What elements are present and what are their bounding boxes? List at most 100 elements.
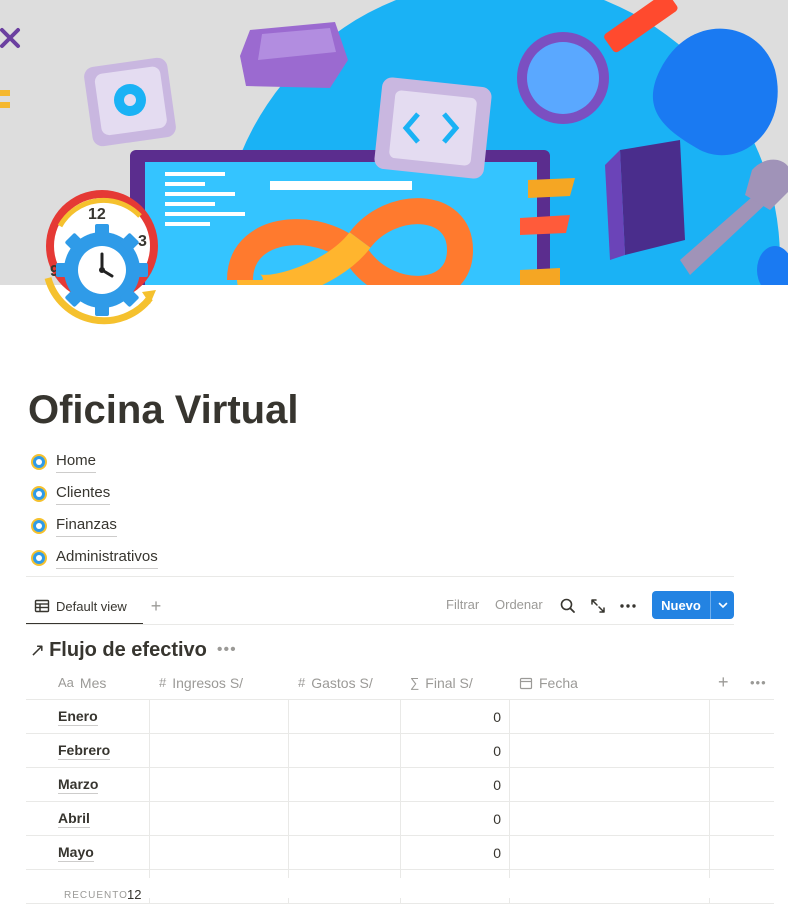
cell-empty[interactable] [289,768,401,801]
row-title[interactable]: Marzo [58,776,99,794]
cell-mes[interactable]: Febrero [26,734,150,767]
count-value: 12 [127,887,142,902]
search-icon[interactable] [558,596,578,616]
cell-value: 0 [493,844,501,861]
cell-empty[interactable] [150,768,289,801]
text-icon: Aa [58,675,74,690]
filter-button[interactable]: Filtrar [446,597,479,612]
cell-empty[interactable] [150,700,289,733]
cell-empty[interactable] [710,734,774,767]
divider [26,576,734,577]
row-title[interactable]: Mayo [58,844,94,862]
new-dropdown-toggle[interactable] [711,591,734,619]
cell-final[interactable]: 0 [401,836,510,869]
table-row[interactable]: Marzo 0 [26,768,774,802]
calendar-icon [519,677,533,689]
cell-empty[interactable] [150,802,289,835]
cell-empty[interactable] [510,768,710,801]
page-link-label[interactable]: Finanzas [56,515,117,537]
cell-value: 0 [493,708,501,725]
database-more-icon[interactable]: ••• [217,641,237,659]
cell-empty[interactable] [289,734,401,767]
cell-empty[interactable] [710,700,774,733]
cell-value: 0 [493,810,501,827]
sigma-icon: ∑ [410,675,420,690]
database-title: ↗ Flujo de efectivo ••• [30,636,237,664]
cell-final[interactable]: 0 [401,700,510,733]
table-header: Aa Mes # Ingresos S/ # Gastos S/ ∑ Final… [26,666,774,700]
count-label: RECUENTO [64,890,128,901]
cell-mes[interactable]: Enero [26,700,150,733]
cell-final[interactable]: 0 [401,734,510,767]
cell-value: 0 [493,776,501,793]
cell-empty[interactable] [150,734,289,767]
cell-empty[interactable] [289,836,401,869]
column-label: Mes [79,674,107,691]
page-link-home[interactable]: Home [30,446,158,478]
cell-empty[interactable] [710,768,774,801]
row-title[interactable]: Enero [58,708,98,726]
cell-empty[interactable] [710,836,774,869]
more-options-icon[interactable] [618,596,638,616]
cell-empty[interactable] [510,700,710,733]
page-link-label[interactable]: Administrativos [56,547,158,569]
column-header-ingresos[interactable]: # Ingresos S/ [159,666,243,699]
svg-text:3: 3 [138,233,147,250]
page-title: Oficina Virtual [28,388,299,432]
table-row[interactable]: Febrero 0 [26,734,774,768]
table-row[interactable]: Abril 0 [26,802,774,836]
cell-empty[interactable] [510,836,710,869]
cell-value: 0 [493,742,501,759]
linked-arrow-icon: ↗ [30,639,46,660]
page-icon-clock-gear[interactable]: 12 3 9 [30,186,174,330]
database-view-bar: Default view + Filtrar Ordenar Nuevo [26,590,734,625]
cell-empty[interactable] [150,836,289,869]
row-title[interactable]: Abril [58,810,90,828]
cell-mes[interactable]: Abril [26,802,150,835]
table-row[interactable]: Enero 0 [26,700,774,734]
hash-icon: # [159,675,167,690]
row-title[interactable]: Febrero [58,742,111,760]
chevron-down-icon [718,602,727,609]
gear-icon [31,454,47,470]
cell-final[interactable]: 0 [401,768,510,801]
page-link-finanzas[interactable]: Finanzas [30,510,158,542]
column-more-icon[interactable]: ••• [750,666,767,699]
column-header-fecha[interactable]: Fecha [519,666,578,699]
new-button-label[interactable]: Nuevo [652,591,710,619]
gear-icon [31,550,47,566]
page-link-label[interactable]: Home [56,451,97,473]
cell-final[interactable]: 0 [401,802,510,835]
expand-icon[interactable] [588,596,608,616]
cell-empty[interactable] [289,802,401,835]
column-header-gastos[interactable]: # Gastos S/ [298,666,373,699]
tab-label: Default view [56,598,127,614]
page-link-administrativos[interactable]: Administrativos [30,542,158,574]
cell-mes[interactable]: Mayo [26,836,150,869]
table-icon [34,599,50,613]
sort-button[interactable]: Ordenar [495,597,543,612]
page-link-clientes[interactable]: Clientes [30,478,158,510]
gear-icon [31,518,47,534]
add-property-button[interactable]: + [718,666,729,699]
add-view-button[interactable]: + [146,594,166,618]
gear-icon [31,486,47,502]
hash-icon: # [298,675,306,690]
column-label: Ingresos S/ [172,674,244,691]
svg-text:12: 12 [88,206,106,223]
column-label: Fecha [539,674,578,691]
view-bar-divider [26,624,734,625]
cell-empty[interactable] [510,802,710,835]
cell-empty[interactable] [710,802,774,835]
database-name[interactable]: Flujo de efectivo [49,639,207,662]
page-link-label[interactable]: Clientes [56,483,111,505]
new-button[interactable]: Nuevo [652,591,734,619]
column-header-mes[interactable]: Aa Mes [58,666,106,699]
tab-default-view[interactable]: Default view [26,590,135,622]
cell-mes[interactable]: Marzo [26,768,150,801]
table-row[interactable]: Mayo 0 [26,836,774,870]
column-label: Gastos S/ [311,674,373,691]
cell-empty[interactable] [510,734,710,767]
column-header-final[interactable]: ∑ Final S/ [410,666,473,699]
cell-empty[interactable] [289,700,401,733]
